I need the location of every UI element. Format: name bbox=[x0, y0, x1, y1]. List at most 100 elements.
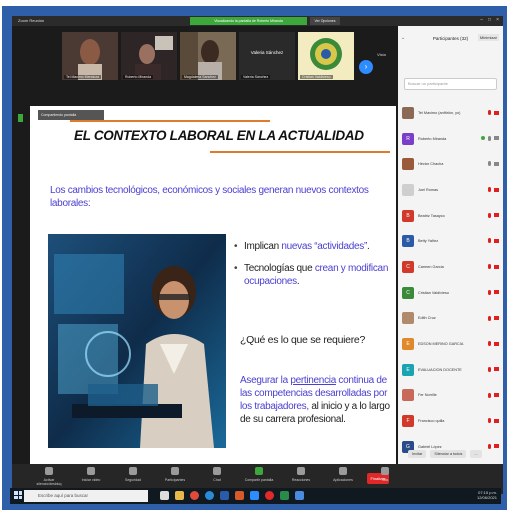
word-icon[interactable] bbox=[220, 491, 229, 500]
camera-icon[interactable] bbox=[494, 161, 499, 166]
bullet-text: . bbox=[296, 276, 300, 287]
powerpoint-icon[interactable] bbox=[235, 491, 244, 500]
microphone-muted-icon[interactable] bbox=[488, 392, 491, 398]
camera-icon[interactable] bbox=[494, 136, 499, 141]
chrome-icon[interactable] bbox=[190, 491, 199, 500]
panel-popout-button[interactable]: Minimizar bbox=[477, 34, 499, 41]
participant-row[interactable]: Joel Romas bbox=[402, 177, 501, 203]
camera-off-icon[interactable] bbox=[494, 341, 499, 346]
system-tray[interactable]: 07:15 p.m. 12/06/2021 bbox=[477, 490, 497, 500]
minimize-button[interactable]: – bbox=[480, 17, 483, 23]
camera-off-icon[interactable] bbox=[494, 264, 499, 269]
microphone-muted-icon[interactable] bbox=[488, 289, 491, 295]
maximize-button[interactable]: □ bbox=[488, 17, 491, 23]
view-toggle[interactable]: Vista bbox=[377, 52, 386, 57]
microphone-muted-icon[interactable] bbox=[488, 264, 491, 270]
edge-icon[interactable] bbox=[205, 491, 214, 500]
bullet-item: Implican nuevas “actividades”. bbox=[234, 240, 390, 253]
zoom-icon[interactable] bbox=[250, 491, 259, 500]
microphone-muted-icon[interactable] bbox=[488, 443, 491, 449]
avatar: F bbox=[402, 415, 414, 428]
participant-row[interactable]: B Beatriz Tasayco bbox=[402, 203, 501, 229]
video-thumbnail[interactable]: Roberto Miranda bbox=[121, 32, 177, 80]
participant-search-input[interactable]: Buscar un participante bbox=[404, 78, 497, 90]
video-thumbnail[interactable]: Tel Maximo Mendoza bbox=[62, 32, 118, 80]
participant-row[interactable]: E EDSON MERINO GARCIA bbox=[402, 331, 501, 357]
participant-row[interactable]: Héctor Chacha bbox=[402, 151, 501, 177]
slide-bullets: Implican nuevas “actividades”. Tecnologí… bbox=[234, 240, 390, 297]
toolbar-button[interactable]: Chat bbox=[202, 467, 232, 482]
microphone-muted-icon[interactable] bbox=[488, 418, 491, 424]
toolbar-button[interactable]: Participantes bbox=[160, 467, 190, 482]
microphone-muted-icon[interactable] bbox=[488, 366, 491, 372]
microphone-muted-icon[interactable] bbox=[488, 187, 491, 193]
camera-off-icon[interactable] bbox=[494, 316, 499, 320]
participant-name: Roberto Miranda bbox=[418, 136, 447, 141]
participant-row[interactable]: Edith Cruz bbox=[402, 306, 501, 332]
participant-name: Carmen Garcia bbox=[418, 264, 444, 269]
participant-name: Héctor Chacha bbox=[418, 162, 444, 167]
toolbar-button[interactable]: Iniciar video bbox=[76, 467, 106, 482]
participant-name: EDSON MERINO GARCIA bbox=[418, 342, 464, 347]
microphone-muted-icon[interactable] bbox=[488, 110, 491, 115]
participant-row[interactable]: C Carmen Garcia bbox=[402, 254, 501, 280]
slide-question: ¿Qué es lo que se requiere? bbox=[240, 334, 365, 346]
toolbar-button[interactable]: Aplicaciones bbox=[328, 467, 358, 482]
avatar: B bbox=[402, 209, 414, 222]
view-options-button[interactable]: Ver Opciones bbox=[310, 17, 340, 25]
thumbnail-name: Tel Maximo Mendoza bbox=[64, 75, 102, 79]
camera-off-icon[interactable] bbox=[494, 393, 499, 398]
camera-off-icon[interactable] bbox=[494, 238, 499, 243]
camera-off-icon[interactable] bbox=[494, 187, 499, 192]
microphone-muted-icon[interactable] bbox=[488, 341, 491, 347]
participant-video bbox=[121, 32, 177, 80]
bullet-highlight: nuevas “actividades” bbox=[281, 241, 368, 252]
participant-name: Gabriel López bbox=[418, 444, 442, 449]
toolbar-icon bbox=[45, 467, 53, 475]
camera-off-icon[interactable] bbox=[494, 110, 499, 115]
participant-status bbox=[488, 315, 499, 321]
microphone-muted-icon[interactable] bbox=[488, 315, 491, 321]
toolbar-button[interactable]: Seguridad bbox=[118, 467, 148, 482]
more-button[interactable]: ... bbox=[470, 450, 482, 458]
windows-start-icon[interactable] bbox=[14, 491, 22, 499]
microphone-icon[interactable] bbox=[488, 161, 491, 167]
sharing-tab[interactable]: Compartiendo pantalla bbox=[38, 110, 104, 120]
file-explorer-icon[interactable] bbox=[175, 491, 184, 500]
camera-off-icon[interactable] bbox=[494, 444, 499, 449]
microphone-icon[interactable] bbox=[488, 135, 491, 141]
task-view-icon[interactable] bbox=[160, 491, 169, 500]
camera-off-icon[interactable] bbox=[494, 213, 499, 218]
video-thumbnail[interactable]: Cristian Valdivieso bbox=[298, 32, 354, 80]
microphone-muted-icon[interactable] bbox=[488, 238, 491, 244]
toolbar-button[interactable]: Compartir pantalla bbox=[244, 467, 274, 482]
mail-icon[interactable] bbox=[295, 491, 304, 500]
close-button[interactable]: × bbox=[496, 17, 499, 23]
participant-row[interactable]: R Roberto Miranda bbox=[402, 126, 501, 152]
side-handle[interactable] bbox=[18, 114, 23, 122]
toolbar-button[interactable]: Más bbox=[370, 467, 400, 482]
excel-icon[interactable] bbox=[280, 491, 289, 500]
toolbar-label: Reacciones bbox=[291, 478, 311, 482]
toolbar-button[interactable]: Activar silencio/desbloq bbox=[34, 467, 64, 486]
opera-icon[interactable] bbox=[265, 491, 274, 500]
camera-off-icon[interactable] bbox=[494, 290, 499, 295]
mute-all-button[interactable]: Silenciar a todos bbox=[430, 450, 467, 458]
participant-row[interactable]: F Francisco quilla bbox=[402, 408, 501, 434]
invite-button[interactable]: Invitar bbox=[408, 450, 427, 458]
participant-row[interactable]: Fer Norrille bbox=[402, 383, 501, 409]
taskbar-search-input[interactable]: Escribe aquí para buscar bbox=[24, 490, 148, 502]
microphone-muted-icon[interactable] bbox=[488, 212, 491, 218]
zoom-window: Zoom Reunión Visualizando la pantalla de… bbox=[12, 16, 503, 494]
participant-row[interactable]: C Cristian Valdivieso bbox=[402, 280, 501, 306]
video-thumbnail[interactable]: Magdalena Sanchez bbox=[180, 32, 236, 80]
participant-row[interactable]: E EVALUACION DOCENTE bbox=[402, 357, 501, 383]
video-thumbnail[interactable]: Valeria Sánchez Valeria Sánchez bbox=[239, 32, 295, 80]
camera-off-icon[interactable] bbox=[494, 367, 499, 372]
participant-list: Tel Maximo (anfitrión, yo) R Roberto Miran… bbox=[402, 100, 501, 460]
camera-off-icon[interactable] bbox=[494, 418, 499, 423]
toolbar-button[interactable]: Reacciones bbox=[286, 467, 316, 482]
participant-row[interactable]: B Betty Yañez bbox=[402, 228, 501, 254]
next-page-button[interactable]: › bbox=[359, 60, 373, 74]
participant-row[interactable]: Tel Maximo (anfitrión, yo) bbox=[402, 100, 501, 126]
